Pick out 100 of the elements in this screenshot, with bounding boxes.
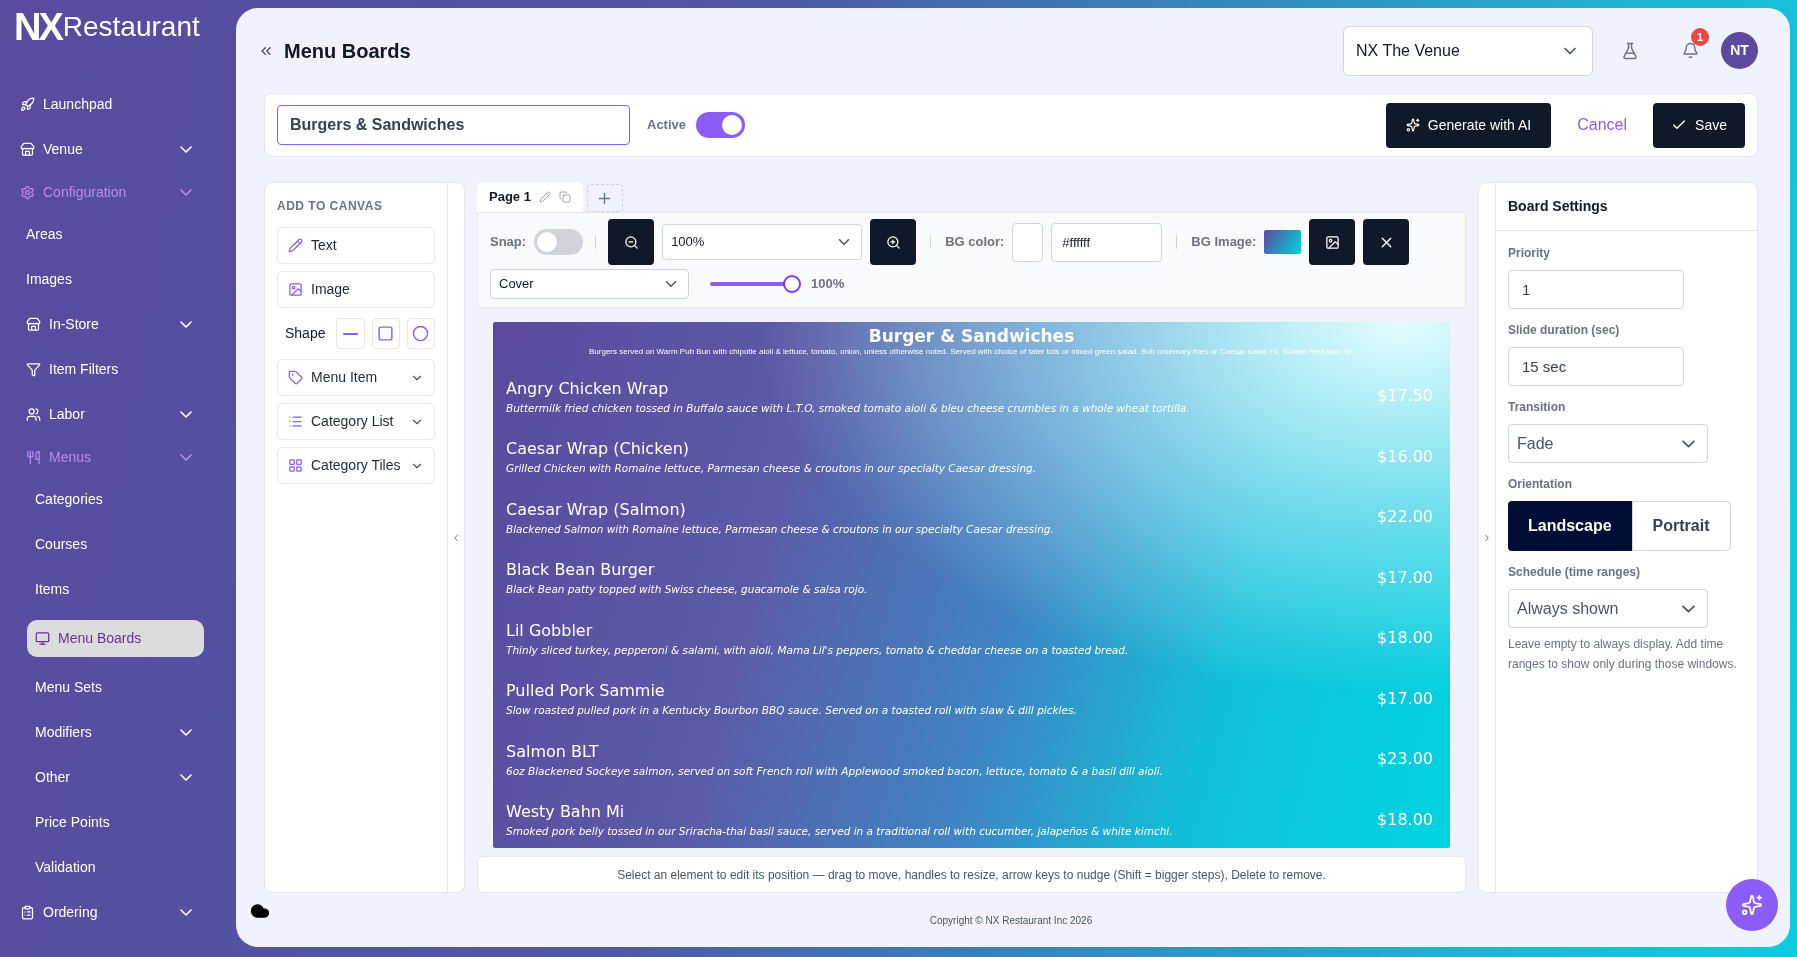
- item-price: $18.00: [1376, 808, 1434, 831]
- field-label: Transition: [1508, 399, 1567, 416]
- active-toggle[interactable]: [696, 112, 746, 138]
- sidebar-item[interactable]: Other: [0, 755, 236, 800]
- zoom-out-button[interactable]: [608, 219, 655, 265]
- zoom-in-icon: [885, 234, 901, 250]
- add-element-button[interactable]: Text: [277, 227, 435, 264]
- sidebar-item[interactable]: Launchpad: [0, 82, 236, 127]
- sidebar-item[interactable]: Areas: [0, 212, 236, 257]
- sidebar-item[interactable]: Ordering: [0, 890, 236, 935]
- user-avatar[interactable]: NT: [1721, 32, 1758, 69]
- item-name: Caesar Wrap (Chicken): [506, 438, 691, 460]
- settings-select[interactable]: Fade: [1508, 424, 1708, 463]
- generate-ai-button[interactable]: Generate with AI: [1385, 102, 1552, 148]
- item-description: Slow roasted pulled pork in a Kentucky Bourbon BBQ sauce. Served on a toasted roll with slaw & dill pickles.: [506, 703, 1078, 718]
- settings-select[interactable]: Always shown: [1508, 589, 1708, 628]
- image-icon: [288, 282, 303, 297]
- board-title: Burger & Sandwiches: [868, 325, 1075, 347]
- chevron-down-icon: [180, 411, 192, 418]
- sidebar-item[interactable]: In-Store: [0, 302, 236, 347]
- item-price: $17.50: [1376, 385, 1434, 408]
- venue-select[interactable]: NX The Venue: [1343, 25, 1593, 76]
- chevron-down-icon: [180, 146, 192, 153]
- remove-image-button[interactable]: [1363, 219, 1410, 265]
- sidebar-item[interactable]: Labor: [0, 392, 236, 437]
- ai-assistant-button[interactable]: [1726, 879, 1778, 931]
- bg-color-label: BG color:: [945, 233, 1005, 252]
- save-button[interactable]: Save: [1653, 102, 1745, 148]
- bg-image-label: BG Image:: [1191, 233, 1257, 252]
- shape-button[interactable]: [406, 318, 435, 349]
- sidebar-item[interactable]: Categories: [0, 477, 236, 522]
- shape-button[interactable]: [371, 318, 400, 349]
- item-description: Smoked pork belly tossed in our Sriracha-thai basil sauce, served in a traditional roll with cucumber, jalapeños & white kimchi.: [506, 824, 1174, 839]
- item-price: $23.00: [1376, 748, 1434, 771]
- item-price: $18.00: [1376, 627, 1434, 650]
- zoom-out-icon: [623, 234, 639, 250]
- sparkle-icon: [1741, 894, 1763, 916]
- orientation-option[interactable]: Portrait: [1631, 501, 1731, 551]
- item-description: Blackened Salmon with Romaine lettuce, Parmesan cheese & croutons in our specialty Caesar dressing.: [506, 521, 1055, 536]
- field-label: Slide duration (sec): [1508, 322, 1621, 339]
- sidebar-item[interactable]: Validation: [0, 845, 236, 890]
- field-label: Priority: [1508, 245, 1551, 262]
- notification-badge: 1: [1691, 28, 1709, 46]
- panel-heading: ADD TO CANVAS: [277, 198, 384, 215]
- chevron-down-icon: [180, 774, 192, 781]
- settings-field[interactable]: 15 sec: [1508, 347, 1684, 386]
- sidebar-item[interactable]: Courses: [0, 522, 236, 567]
- add-element-button[interactable]: Image: [277, 271, 435, 308]
- square-icon: [377, 325, 395, 342]
- sidebar-item[interactable]: Images: [0, 257, 236, 302]
- brand-name: Restaurant: [62, 10, 200, 44]
- add-dropdown-button[interactable]: Category List: [277, 403, 435, 440]
- bell-icon[interactable]: [1682, 42, 1699, 59]
- filter-icon: [26, 362, 41, 377]
- sidebar-item[interactable]: Venue: [0, 127, 236, 172]
- add-dropdown-button[interactable]: Category Tiles: [277, 447, 435, 484]
- settings-field[interactable]: 1: [1508, 270, 1684, 309]
- orientation-option[interactable]: Landscape: [1508, 501, 1632, 551]
- item-name: Angry Chicken Wrap: [506, 377, 670, 399]
- sidebar-item[interactable]: Menu Sets: [0, 665, 236, 710]
- item-name: Salmon BLT: [506, 740, 600, 762]
- field-label: Orientation: [1508, 476, 1573, 493]
- flask-icon[interactable]: [1621, 41, 1639, 60]
- chevron-down-icon: [180, 188, 192, 196]
- collapse-left-icon[interactable]: [451, 532, 461, 543]
- add-dropdown-button[interactable]: Menu Item: [277, 359, 435, 396]
- collapse-right-icon[interactable]: [1482, 532, 1492, 543]
- image-button[interactable]: [1309, 219, 1356, 265]
- store-icon: [20, 142, 35, 157]
- shape-button[interactable]: [336, 318, 365, 349]
- sidebar-item[interactable]: Menu Boards: [27, 620, 204, 657]
- color-swatch[interactable]: [1012, 222, 1044, 262]
- board-name-field[interactable]: Burgers & Sandwiches: [277, 105, 630, 145]
- sidebar-item[interactable]: Items: [0, 567, 236, 612]
- scale-reading: 100%: [811, 275, 845, 294]
- copyright-text: Copyright © NX Restaurant Inc 2026: [929, 913, 1093, 928]
- item-description: 6oz Blackened Sockeye salmon, served on soft French roll with Applewood smoked bacon, lettuce, tomato & a basil dill aioli.: [506, 763, 1164, 778]
- pencil-icon[interactable]: [538, 191, 551, 203]
- zoom-select[interactable]: 100%: [662, 224, 863, 260]
- field-label: Schedule (time ranges): [1508, 564, 1642, 581]
- item-name: Pulled Pork Sammie: [506, 680, 666, 702]
- zoom-in-button[interactable]: [870, 219, 917, 265]
- snap-toggle[interactable]: [534, 229, 584, 255]
- item-price: $17.00: [1376, 687, 1434, 710]
- item-price: $22.00: [1376, 506, 1434, 529]
- item-name: Westy Bahn Mi: [506, 801, 626, 823]
- chevron-down-icon: [1682, 604, 1695, 613]
- sidebar-item[interactable]: Modifiers: [0, 710, 236, 755]
- utensils-icon: [26, 449, 41, 465]
- sparkle-icon: [1405, 118, 1420, 132]
- chevron-down-icon: [180, 729, 192, 736]
- sidebar-item[interactable]: Price Points: [0, 800, 236, 845]
- fit-select[interactable]: Cover: [490, 269, 689, 299]
- image-icon: [1324, 234, 1340, 250]
- bg-color-field[interactable]: #ffffff: [1051, 222, 1163, 262]
- cancel-button[interactable]: Cancel: [1551, 102, 1654, 148]
- item-description: Black Bean patty topped with Swiss cheese, guacamole & salsa rojo.: [506, 582, 869, 597]
- page-tab[interactable]: Page 1: [477, 182, 583, 212]
- tag-icon: [288, 370, 303, 385]
- sidebar-item[interactable]: Item Filters: [0, 347, 236, 392]
